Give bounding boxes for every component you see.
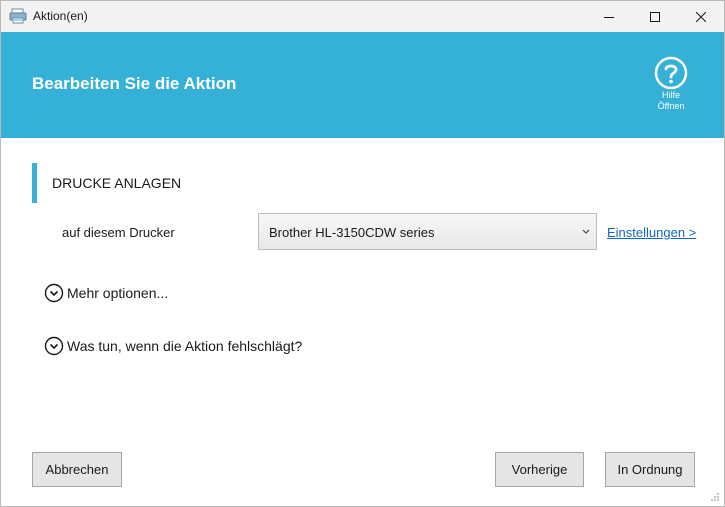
resize-grip-icon[interactable] xyxy=(710,492,720,502)
maximize-icon xyxy=(650,11,660,22)
printer-select-value: Brother HL-3150CDW series xyxy=(269,225,435,240)
title-bar[interactable]: Aktion(en) xyxy=(1,1,724,32)
maximize-button[interactable] xyxy=(632,1,678,32)
more-options-expander[interactable]: Mehr optionen... xyxy=(44,282,168,304)
dialog-window: Aktion(en) Bearbeiten Sie die Aktion Hil… xyxy=(0,0,725,507)
on-failure-label: Was tun, wenn die Aktion fehlschlägt? xyxy=(67,338,303,354)
minimize-button[interactable] xyxy=(586,1,632,32)
printer-label: auf diesem Drucker xyxy=(62,225,175,240)
header-banner: Bearbeiten Sie die Aktion Hilfe Öffnen xyxy=(1,32,724,138)
close-icon xyxy=(696,11,706,22)
on-failure-expander[interactable]: Was tun, wenn die Aktion fehlschlägt? xyxy=(44,335,302,357)
section-header: DRUCKE ANLAGEN xyxy=(32,163,432,203)
help-button[interactable]: Hilfe Öffnen xyxy=(645,56,697,112)
cancel-button[interactable]: Abbrechen xyxy=(32,452,122,487)
previous-button[interactable]: Vorherige xyxy=(495,452,584,487)
chevron-down-circle-icon xyxy=(44,336,64,356)
window-title: Aktion(en) xyxy=(33,9,88,23)
close-button[interactable] xyxy=(678,1,724,32)
section-accent-bar xyxy=(32,163,37,203)
help-label-line2: Öffnen xyxy=(657,101,685,111)
chevron-down-icon xyxy=(582,229,590,234)
chevron-down-circle-icon xyxy=(44,283,64,303)
question-circle-icon xyxy=(654,56,688,90)
printer-select[interactable]: Brother HL-3150CDW series xyxy=(258,213,597,250)
page-title: Bearbeiten Sie die Aktion xyxy=(32,74,237,93)
ok-button[interactable]: In Ordnung xyxy=(605,452,695,487)
more-options-label: Mehr optionen... xyxy=(67,285,169,301)
section-title: DRUCKE ANLAGEN xyxy=(52,175,182,191)
app-icon xyxy=(9,8,27,24)
settings-link[interactable]: Einstellungen > xyxy=(607,225,696,240)
help-label-line1: Hilfe xyxy=(661,90,680,100)
minimize-icon xyxy=(604,16,614,18)
